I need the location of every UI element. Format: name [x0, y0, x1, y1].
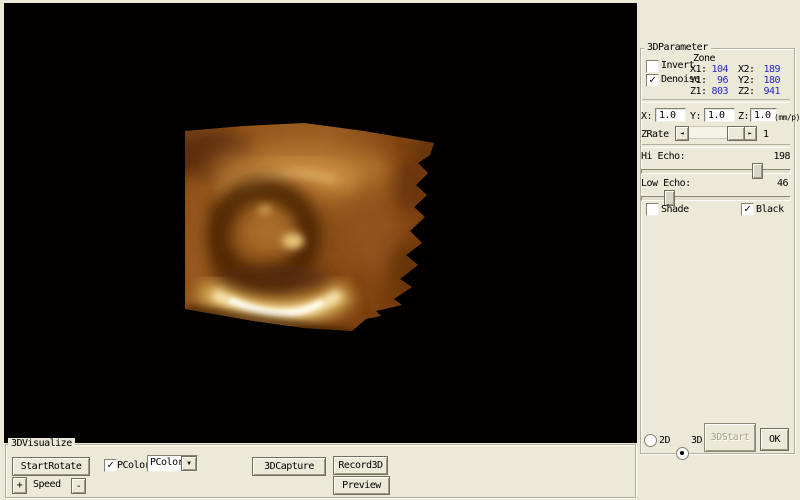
zone-row: Y1: 96 Y2: 180	[690, 75, 790, 86]
zone-x2-value: 189	[756, 64, 780, 75]
scale-x-input[interactable]	[655, 108, 686, 122]
zrate-track[interactable]	[689, 126, 743, 139]
zone-label: Zone	[693, 53, 715, 64]
scale-z-input[interactable]	[750, 108, 777, 122]
black-checkbox[interactable]: ✓	[741, 203, 754, 216]
ultrasound-render	[4, 3, 637, 443]
scale-x-label: X:	[641, 111, 652, 122]
zone-z2-value: 941	[756, 86, 780, 97]
divider	[642, 144, 790, 148]
pcolor-checkbox[interactable]: ✓	[104, 459, 117, 472]
low-echo-slider[interactable]	[641, 190, 791, 204]
zone-z2-label: Z2:	[738, 86, 756, 97]
invert-checkbox[interactable]: ✓	[646, 60, 659, 73]
scale-unit-label: (mm/p)	[774, 112, 800, 123]
zrate-scroll-left-icon[interactable]: ◄	[675, 126, 689, 141]
zone-x1-value: 104	[708, 64, 728, 75]
zone-y1-value: 96	[708, 75, 728, 86]
hi-echo-slider[interactable]	[641, 163, 791, 177]
low-echo-label: Low Echo:	[641, 178, 691, 189]
zone-x2-label: X2:	[738, 64, 756, 75]
ok-button[interactable]: OK	[760, 428, 789, 451]
3d-render-viewport[interactable]	[4, 3, 637, 443]
capture-3d-button[interactable]: 3DCapture	[252, 457, 326, 476]
zone-y2-label: Y2:	[738, 75, 756, 86]
speed-plus-button[interactable]: +	[12, 477, 27, 494]
low-echo-value: 46	[758, 178, 788, 189]
check-icon: ✓	[649, 75, 656, 84]
scale-y-input[interactable]	[704, 108, 735, 122]
zone-table: X1: 104 X2: 189 Y1: 96 Y2: 180 Z1: 803 Z…	[690, 64, 790, 97]
pcolor-dropdown[interactable]: PColor ▼	[147, 455, 198, 472]
zrate-scrollbar[interactable]: ◄ ►	[675, 126, 757, 139]
scale-y-label: Y:	[690, 111, 701, 122]
check-icon: ✓	[744, 204, 751, 213]
zone-z1-value: 803	[708, 86, 728, 97]
start3d-button[interactable]: 3DStart	[704, 423, 756, 452]
zone-z1-label: Z1:	[690, 86, 708, 97]
zrate-label: ZRate	[641, 129, 669, 140]
shade-checkbox[interactable]: ✓	[646, 203, 659, 216]
hi-echo-value: 198	[760, 151, 790, 162]
zrate-scroll-right-icon[interactable]: ►	[743, 126, 757, 141]
hi-echo-thumb[interactable]	[752, 163, 763, 179]
record-3d-button[interactable]: Record3D	[333, 456, 388, 475]
check-icon: ✓	[107, 460, 114, 469]
start-rotate-button[interactable]: StartRotate	[12, 457, 90, 476]
zrate-value: 1	[763, 129, 769, 140]
black-label: Black	[756, 204, 784, 215]
zone-row: X1: 104 X2: 189	[690, 64, 790, 75]
speed-minus-button[interactable]: -	[71, 478, 86, 494]
shade-label: Shade	[661, 204, 689, 215]
param-group-title: 3DParameter	[644, 42, 711, 53]
pcolor-dropdown-value[interactable]: PColor	[148, 456, 181, 471]
preview-button[interactable]: Preview	[333, 476, 390, 495]
denoise-checkbox[interactable]: ✓	[646, 74, 659, 87]
mode-3d-radio[interactable]	[676, 447, 689, 460]
zone-y1-label: Y1:	[690, 75, 708, 86]
chevron-down-icon[interactable]: ▼	[181, 456, 197, 471]
zone-x1-label: X1:	[690, 64, 708, 75]
mode-3d-label: 3D	[691, 435, 702, 446]
pcolor-label: PColor	[117, 460, 150, 471]
zrate-thumb[interactable]	[727, 126, 745, 141]
scale-z-label: Z:	[738, 111, 749, 122]
visualize-group-title: 3DVisualize	[8, 438, 75, 449]
speed-label: Speed	[33, 479, 61, 490]
app-window: 3DParameter ✓ Invert ✓ Denoise Zone X1: …	[0, 0, 800, 500]
mode-2d-label: 2D	[659, 435, 670, 446]
hi-echo-track[interactable]	[641, 169, 791, 174]
mode-2d-radio[interactable]	[644, 434, 657, 447]
zone-row: Z1: 803 Z2: 941	[690, 86, 790, 97]
hi-echo-label: Hi Echo:	[641, 151, 685, 162]
divider	[642, 99, 790, 103]
zone-y2-value: 180	[756, 75, 780, 86]
